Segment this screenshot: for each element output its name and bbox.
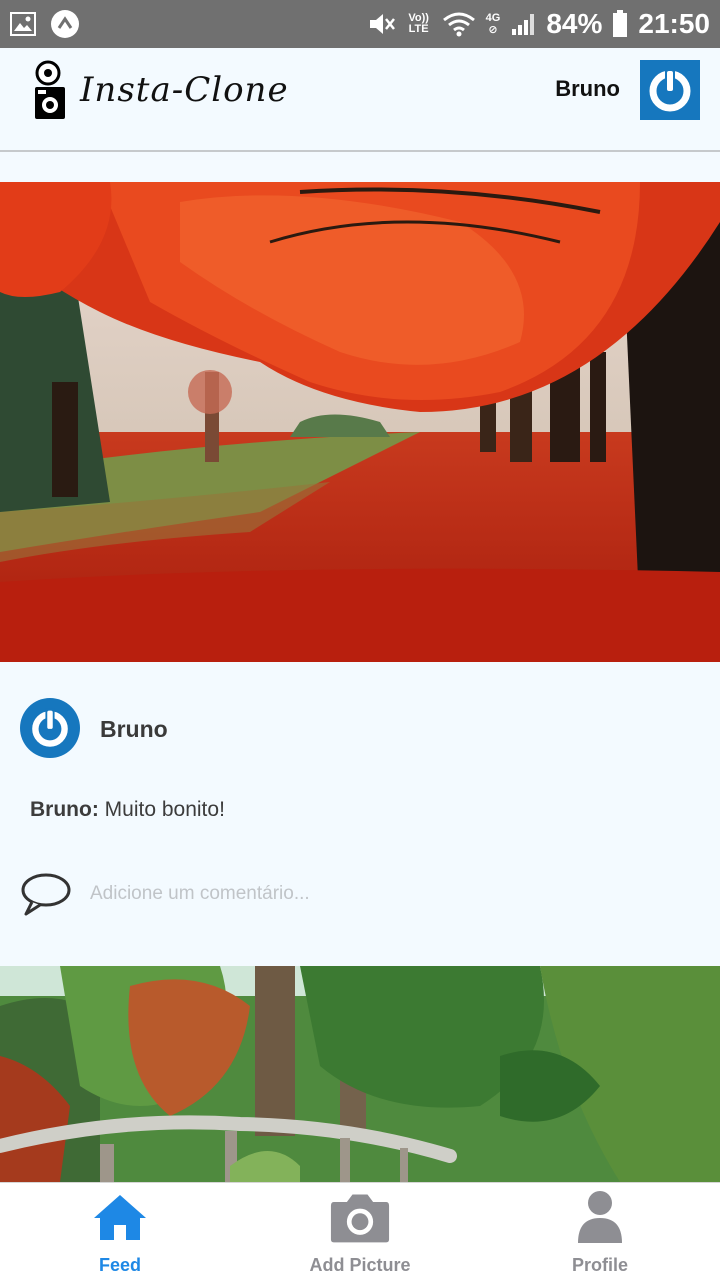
volte-label: Vo)) LTE — [408, 12, 429, 35]
post-author-name[interactable]: Bruno — [100, 716, 168, 743]
up-arrow-notification-icon — [50, 9, 80, 39]
header-avatar[interactable] — [640, 60, 700, 120]
clock: 21:50 — [638, 8, 710, 39]
author-avatar[interactable] — [20, 698, 80, 758]
comment-input[interactable] — [90, 883, 650, 905]
camera-icon — [330, 1191, 390, 1243]
post-card — [0, 966, 720, 1182]
tab-profile[interactable]: Profile — [480, 1183, 720, 1280]
image-notification-icon — [10, 12, 36, 36]
post-image — [0, 966, 720, 1182]
post-body: Bruno Bruno: Muito bonito! — [0, 662, 720, 966]
comment: Bruno: Muito bonito! — [30, 798, 225, 822]
post-image — [0, 182, 720, 662]
feed-list[interactable]: Bruno Bruno: Muito bonito! — [0, 182, 720, 1182]
tab-label: Feed — [98, 1255, 141, 1275]
tab-label: Profile — [571, 1255, 628, 1275]
comment-author: Bruno: — [30, 798, 99, 821]
home-icon — [90, 1191, 150, 1243]
app-header: Insta-Clone Bruno — [0, 48, 720, 152]
volte-icon: Vo)) LTE — [406, 13, 432, 35]
power-logo-icon — [649, 69, 691, 112]
power-logo-icon — [32, 708, 68, 747]
header-user-name[interactable]: Bruno — [555, 76, 620, 102]
camera-logo-icon — [32, 60, 68, 122]
person-icon — [570, 1191, 630, 1243]
wifi-icon — [442, 11, 476, 37]
network-type-label: 4G — [485, 12, 501, 24]
mute-icon — [368, 11, 396, 37]
bottom-tab-bar: Feed Add Picture Profile — [0, 1182, 720, 1280]
comment-bubble-icon[interactable] — [20, 872, 72, 916]
tab-label: Add Picture — [309, 1255, 411, 1275]
network-type-icon: 4G ⊘ — [485, 12, 501, 36]
tab-add-picture[interactable]: Add Picture — [240, 1183, 480, 1280]
add-comment-row — [20, 872, 700, 916]
battery-icon — [612, 10, 628, 38]
status-bar: Vo)) LTE 4G ⊘ 84% 21:50 — [0, 0, 720, 48]
tab-feed[interactable]: Feed — [0, 1183, 240, 1280]
comment-text: Muito bonito! — [104, 798, 225, 821]
app-title: Insta-Clone — [80, 70, 289, 110]
signal-icon — [510, 12, 536, 36]
post-card: Bruno Bruno: Muito bonito! — [0, 182, 720, 966]
battery-percent: 84% — [546, 8, 603, 39]
app-screen: Vo)) LTE 4G ⊘ 84% 21:50 Insta-Clone Brun… — [0, 0, 720, 1280]
